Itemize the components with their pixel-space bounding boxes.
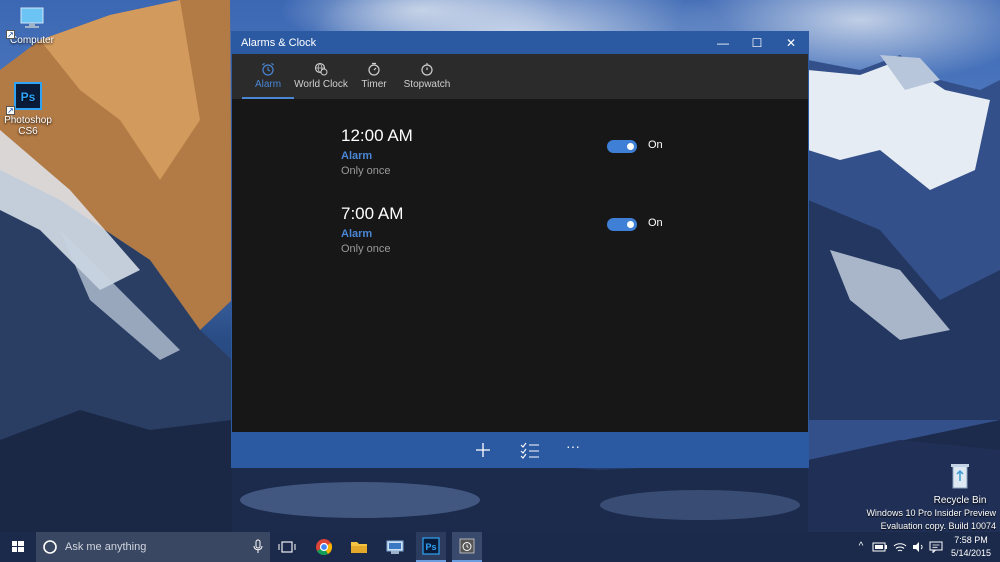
tab-label: Timer [361,79,387,90]
wifi-icon[interactable] [893,541,907,553]
minimize-button[interactable]: — [706,32,740,54]
title-bar[interactable]: Alarms & Clock — ☐ ✕ [232,32,808,54]
cortana-icon [43,540,57,554]
tab-bar: Alarm World Clock Timer Stopwatch [232,54,808,99]
timer-icon [368,62,380,76]
tab-label: World Clock [294,79,348,90]
taskbar-app-file-explorer[interactable] [347,532,371,562]
watermark-line-1: Windows 10 Pro Insider Preview [866,508,996,518]
tab-world-clock[interactable]: World Clock [294,54,348,99]
alarms-app-icon [459,538,475,554]
network-app-icon [386,540,404,554]
more-options-button[interactable]: ··· [560,438,586,462]
watermark-line-2: Evaluation copy. Build 10074 [880,521,996,531]
recycle-bin-icon [951,464,969,489]
alarm-item[interactable]: 7:00 AM Alarm Only once On [341,204,791,264]
tab-label: Stopwatch [403,79,451,90]
desktop-icon-photoshop[interactable]: Ps ↗ Photoshop CS6 [0,82,60,137]
taskbar-app-photoshop[interactable]: Ps [416,532,446,562]
alarm-time: 12:00 AM [341,126,413,145]
alarm-toggle[interactable] [607,140,637,153]
desktop-icon-label: Photoshop CS6 [4,115,52,137]
stopwatch-icon [421,63,433,76]
photoshop-glyph: Ps [425,542,436,552]
clock-time[interactable]: 7:58 PM [948,535,994,545]
taskbar-app-network[interactable] [383,532,407,562]
taskbar: Ask me anything Ps ^ 7:58 PM 5/14/2015 [0,532,1000,562]
desktop-icon-computer[interactable]: ↗ Computer [0,6,64,46]
desktop-icon-label: Recycle Bin [933,495,987,506]
show-hidden-icons-button[interactable]: ^ [856,541,866,552]
taskbar-app-alarms[interactable] [452,532,482,562]
alarm-repeat: Only once [341,165,391,177]
search-placeholder: Ask me anything [65,541,147,553]
svg-text:Ps: Ps [21,90,36,104]
alarm-list: 12:00 AM Alarm Only once On 7:00 AM Alar… [232,99,808,433]
file-explorer-icon [351,542,367,553]
add-icon [476,443,490,457]
tab-label: Alarm [254,79,282,90]
battery-icon[interactable] [872,541,888,553]
alarm-name: Alarm [341,150,373,162]
command-bar: ··· [232,432,808,467]
toggle-knob [627,143,634,150]
shortcut-arrow-icon: ↗ [6,106,15,115]
shortcut-arrow-icon: ↗ [6,30,15,39]
chrome-icon [316,539,333,556]
alarm-clock-icon [262,62,274,76]
toggle-state-label: On [648,217,663,229]
alarm-repeat: Only once [341,243,391,255]
task-view-button[interactable] [276,532,298,562]
select-alarms-button[interactable] [517,438,543,462]
select-list-icon [520,442,539,459]
tab-timer[interactable]: Timer [354,54,394,99]
close-button[interactable]: ✕ [774,32,808,54]
tab-alarm[interactable]: Alarm [242,54,294,99]
action-center-icon[interactable] [929,541,943,553]
maximize-button[interactable]: ☐ [740,32,774,54]
microphone-icon[interactable] [252,539,264,555]
alarm-item[interactable]: 12:00 AM Alarm Only once On [341,126,791,186]
alarm-time: 7:00 AM [341,204,404,223]
desktop-icon-recycle-bin[interactable]: Recycle Bin [928,462,992,506]
globe-clock-icon [314,62,328,76]
clock-date[interactable]: 5/14/2015 [948,548,994,558]
tab-stopwatch[interactable]: Stopwatch [400,54,454,99]
alarm-toggle[interactable] [607,218,637,231]
windows-logo-icon [12,541,24,552]
add-alarm-button[interactable] [470,438,496,462]
search-box[interactable]: Ask me anything [36,532,270,562]
computer-icon [20,7,44,28]
volume-icon[interactable] [912,541,926,553]
alarm-name: Alarm [341,228,373,240]
toggle-knob [627,221,634,228]
start-button[interactable] [0,532,36,562]
window-title: Alarms & Clock [241,37,317,49]
photoshop-icon: Ps [422,537,440,555]
more-icon: ··· [566,438,580,454]
photoshop-icon: Ps [14,82,42,110]
alarms-clock-window: Alarms & Clock — ☐ ✕ Alarm World Clock T… [231,31,809,468]
taskbar-app-chrome[interactable] [312,532,336,562]
toggle-state-label: On [648,139,663,151]
task-view-icon [278,541,296,553]
